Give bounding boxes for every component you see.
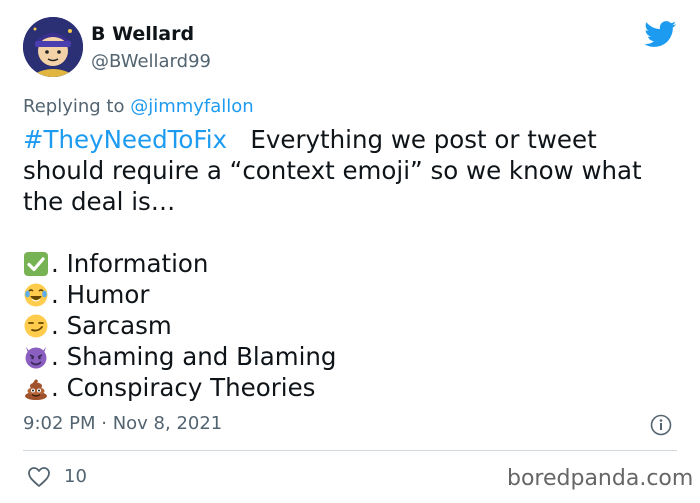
tweet-line-3: the deal is… — [23, 187, 176, 216]
replying-prefix: Replying to — [23, 96, 131, 117]
smiling-devil-icon — [23, 344, 49, 370]
list-item: . Shaming and Blaming — [23, 341, 683, 372]
tweet-text: #TheyNeedToFix Everything we post or twe… — [23, 124, 683, 403]
author-name[interactable]: B Wellard — [91, 22, 194, 46]
tweet-timestamp[interactable]: 9:02 PM · Nov 8, 2021 — [23, 412, 222, 436]
info-icon[interactable] — [650, 414, 672, 436]
tweet-line-1: Everything we post or tweet — [227, 125, 597, 154]
list-item: . Conspiracy Theories — [23, 372, 683, 403]
check-mark-icon — [23, 251, 49, 277]
avatar[interactable] — [23, 17, 83, 77]
smirk-icon — [23, 313, 49, 339]
pile-of-poo-icon — [23, 375, 49, 401]
like-count: 10 — [64, 466, 87, 487]
list-item: . Humor — [23, 279, 683, 310]
replying-to: Replying to @jimmyfallon — [23, 95, 254, 119]
list-item-label: . Conspiracy Theories — [51, 373, 316, 402]
list-item-label: . Humor — [51, 280, 150, 309]
mention-link[interactable]: @jimmyfallon — [130, 96, 254, 117]
tears-of-joy-icon — [23, 282, 49, 308]
hashtag-link[interactable]: #TheyNeedToFix — [23, 125, 227, 154]
list-item-label: . Information — [51, 249, 209, 278]
list-item: . Sarcasm — [23, 310, 683, 341]
list-item-label: . Shaming and Blaming — [51, 342, 337, 371]
watermark: boredpanda.com — [507, 466, 694, 491]
list-item: . Information — [23, 248, 683, 279]
list-item-label: . Sarcasm — [51, 311, 172, 340]
twitter-bird-icon[interactable] — [644, 21, 677, 48]
divider — [23, 450, 677, 451]
author-handle[interactable]: @BWellard99 — [91, 50, 211, 74]
tweet-line-2: should require a “context emoji” so we k… — [23, 156, 642, 185]
heart-icon[interactable] — [27, 466, 51, 488]
